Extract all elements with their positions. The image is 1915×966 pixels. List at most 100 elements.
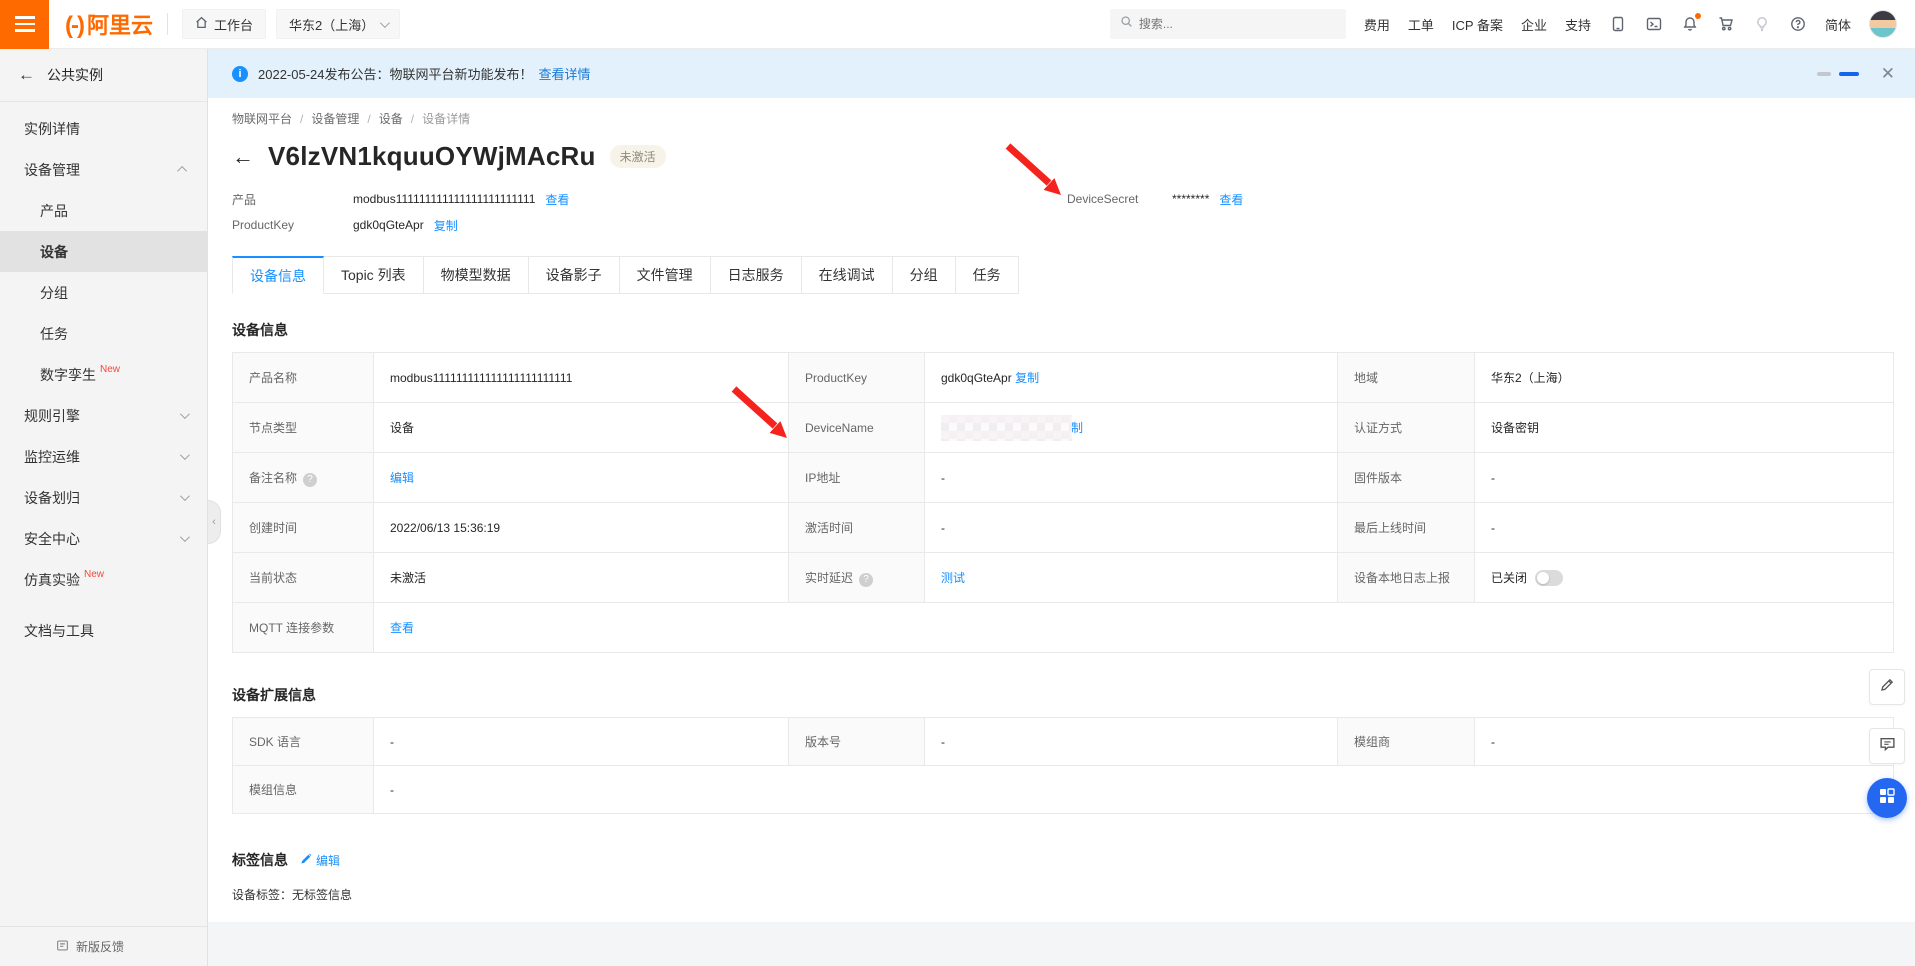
chevron-down-icon	[380, 18, 390, 28]
region-label: 华东2（上海）	[289, 15, 374, 34]
device-info-section-title: 设备信息	[232, 320, 1915, 340]
sidebar-item-rules-engine[interactable]: 规则引擎	[0, 395, 207, 436]
sidebar-item-monitoring[interactable]: 监控运维	[0, 436, 207, 477]
cell-label: MQTT 连接参数	[249, 621, 334, 635]
carousel-dot-inactive[interactable]	[1817, 72, 1831, 76]
survey-float-button[interactable]	[1869, 669, 1905, 705]
region-selector[interactable]: 华东2（上海）	[276, 9, 400, 39]
notification-bell-icon[interactable]	[1681, 15, 1699, 33]
back-arrow-icon: ←	[18, 65, 35, 85]
cell-value: -	[941, 521, 945, 535]
close-icon[interactable]: ✕	[1881, 64, 1895, 84]
workbench-label: 工作台	[214, 15, 253, 34]
mqtt-params-view-link[interactable]: 查看	[390, 621, 414, 635]
nav-enterprise[interactable]: 企业	[1521, 15, 1547, 34]
tab-tsl-data[interactable]: 物模型数据	[424, 256, 529, 294]
sidebar-item-instance-detail[interactable]: 实例详情	[0, 108, 207, 149]
sidebar-item-simulation[interactable]: 仿真实验 New	[0, 559, 207, 600]
sidebar-menu: 实例详情 设备管理 产品 设备 分组 任务 数字孪生 New 规则引擎	[0, 102, 207, 651]
tab-file-management[interactable]: 文件管理	[620, 256, 711, 294]
productkey-copy-link[interactable]: 复制	[1015, 371, 1039, 385]
lamp-icon[interactable]	[1753, 15, 1771, 33]
cloudshell-terminal-icon[interactable]	[1645, 15, 1663, 33]
cell-label: 设备本地日志上报	[1354, 571, 1450, 585]
table-row: SDK 语言 - 版本号 - 模组商 -	[233, 718, 1894, 766]
nav-tickets[interactable]: 工单	[1408, 15, 1434, 34]
cell-label: 激活时间	[805, 521, 853, 535]
tab-online-debug[interactable]: 在线调试	[802, 256, 893, 294]
question-mark-icon[interactable]: ?	[859, 573, 873, 587]
device-tags-empty: 无标签信息	[292, 888, 352, 902]
header-divider	[167, 13, 168, 35]
breadcrumb-iot-platform[interactable]: 物联网平台	[232, 110, 292, 127]
chevron-up-icon	[177, 166, 187, 176]
feedback-chat-float-button[interactable]	[1869, 728, 1905, 764]
device-meta: 产品 modbus111111111111111111111111 查看 Dev…	[232, 186, 1893, 238]
sidebar-item-devices[interactable]: 设备	[0, 231, 207, 272]
carousel-dot-active[interactable]	[1839, 72, 1859, 76]
breadcrumb-devices[interactable]: 设备	[379, 110, 403, 127]
nav-support[interactable]: 支持	[1565, 15, 1591, 34]
global-search[interactable]	[1110, 9, 1346, 39]
sidebar-item-security-center[interactable]: 安全中心	[0, 518, 207, 559]
nav-billing[interactable]: 费用	[1364, 15, 1390, 34]
tab-device-info[interactable]: 设备信息	[232, 256, 324, 294]
sidebar-item-digital-twin[interactable]: 数字孪生 New	[0, 354, 207, 395]
local-log-toggle[interactable]	[1535, 570, 1563, 586]
new-badge: New	[100, 364, 120, 375]
cell-label: 认证方式	[1354, 421, 1402, 435]
announcement-banner: i 2022-05-24发布公告：物联网平台新功能发布！ 查看详情 ✕	[208, 49, 1915, 98]
devicesecret-view-link[interactable]: 查看	[1219, 191, 1243, 208]
productkey-copy-link[interactable]: 复制	[434, 217, 458, 234]
sidebar-item-docs-tools[interactable]: 文档与工具	[0, 610, 207, 651]
product-value: modbus111111111111111111111111	[353, 192, 535, 206]
breadcrumb-device-management[interactable]: 设备管理	[311, 110, 359, 127]
header-right-cluster: 费用 工单 ICP 备案 企业 支持 简体	[1110, 9, 1915, 39]
widget-launcher-button[interactable]	[1867, 778, 1907, 818]
page-back-arrow[interactable]: ←	[232, 144, 254, 170]
sidebar-title: 公共实例	[47, 65, 103, 85]
product-view-link[interactable]: 查看	[545, 191, 569, 208]
cell-label: 备注名称	[249, 471, 297, 485]
sidebar-item-device-assignment[interactable]: 设备划归	[0, 477, 207, 518]
cell-value: gdk0qGteApr	[941, 371, 1012, 385]
question-mark-icon[interactable]: ?	[303, 473, 317, 487]
help-icon[interactable]	[1789, 15, 1807, 33]
sidebar-item-device-management[interactable]: 设备管理	[0, 149, 207, 190]
tab-topic-list[interactable]: Topic 列表	[324, 256, 424, 294]
locale-switcher[interactable]: 简体	[1825, 15, 1851, 34]
latency-test-link[interactable]: 测试	[941, 571, 965, 585]
sidebar-item-jobs[interactable]: 任务	[0, 313, 207, 354]
device-secret-meta: DeviceSecret ******** 查看	[1067, 186, 1243, 212]
search-icon	[1120, 15, 1133, 33]
search-input[interactable]	[1139, 17, 1336, 31]
workbench-button[interactable]: 工作台	[182, 9, 266, 39]
chevron-down-icon	[180, 491, 190, 501]
user-avatar[interactable]	[1869, 10, 1897, 38]
feedback-button[interactable]: 新版反馈	[0, 926, 207, 966]
sidebar-item-groups[interactable]: 分组	[0, 272, 207, 313]
announcement-detail-link[interactable]: 查看详情	[539, 64, 591, 83]
aliyun-logo-text: 阿里云	[87, 8, 153, 40]
cell-label: 最后上线时间	[1354, 521, 1426, 535]
table-row: 当前状态 未激活 实时延迟? 测试 设备本地日志上报 已关闭	[233, 553, 1894, 603]
chevron-down-icon	[180, 532, 190, 542]
cell-value: -	[390, 783, 394, 797]
hamburger-menu-button[interactable]	[0, 0, 49, 49]
sidebar-collapse-handle[interactable]: ‹	[208, 500, 221, 544]
tab-groups[interactable]: 分组	[893, 256, 956, 294]
tab-jobs[interactable]: 任务	[956, 256, 1019, 294]
remark-edit-link[interactable]: 编辑	[390, 471, 414, 485]
breadcrumb: 物联网平台 / 设备管理 / 设备 / 设备详情	[208, 98, 1915, 127]
productkey-label: ProductKey	[232, 218, 353, 232]
tab-device-shadow[interactable]: 设备影子	[529, 256, 620, 294]
tab-log-service[interactable]: 日志服务	[711, 256, 802, 294]
mobile-app-icon[interactable]	[1609, 15, 1627, 33]
sidebar-back-instances[interactable]: ← 公共实例	[0, 49, 207, 102]
nav-icp[interactable]: ICP 备案	[1452, 15, 1503, 34]
sidebar-item-products[interactable]: 产品	[0, 190, 207, 231]
tags-edit-link[interactable]: 编辑	[300, 852, 340, 869]
aliyun-logo[interactable]: (-) 阿里云	[65, 8, 153, 40]
shopping-cart-icon[interactable]	[1717, 15, 1735, 33]
table-row: MQTT 连接参数 查看	[233, 603, 1894, 653]
